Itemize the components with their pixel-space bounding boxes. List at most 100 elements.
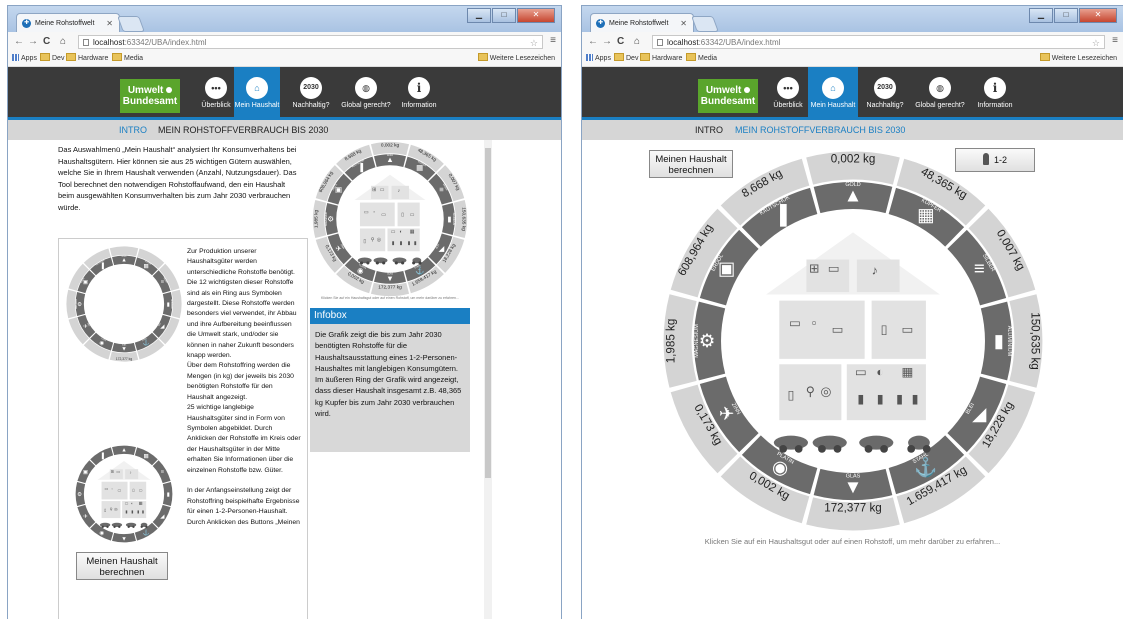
ring-segment-platin[interactable]: ◉PLATIN0,002 kg (336, 257, 376, 294)
household-good-icon[interactable]: ▭ (105, 487, 109, 491)
ring-segment-glas[interactable]: ▼GLAS172,377 kg (370, 271, 410, 297)
household-good-icon[interactable]: ▯ (401, 212, 404, 218)
ring-segment-silber[interactable]: ≡SILBER0,007 kg (428, 165, 465, 205)
household-good-icon[interactable]: ▮ (125, 510, 127, 514)
ring-segment-kupfer[interactable]: ▦KUPFER (134, 248, 165, 276)
ring-outer-arc[interactable] (66, 289, 77, 319)
ring-segment-erdöl[interactable]: ▣ERDÖL608,964 kg (315, 165, 352, 205)
ring-segment-zinn[interactable]: ✈ZINN (68, 314, 96, 345)
mini-resource-ring[interactable]: ▲GOLD0,002 kg▦KUPFER48,365 kg≡SILBER 0,00… (310, 140, 470, 298)
nav-nachhaltig[interactable]: 2030 Nachhaltig? (288, 67, 334, 117)
nav-global-gerecht[interactable]: ◍ Global gerecht? (338, 67, 394, 117)
material-icon[interactable]: ▼ (121, 346, 127, 352)
new-tab-button[interactable] (691, 16, 719, 32)
material-icon[interactable]: ◉ (99, 530, 104, 536)
bookmark-hardware[interactable]: Hardware (640, 52, 682, 66)
ring-segment-platin[interactable]: ◉PLATIN (83, 332, 114, 360)
vehicle-icon[interactable] (125, 522, 137, 528)
ring-segment-magnesium[interactable]: ⚙MAGNESIUM1,985 kg (663, 294, 726, 388)
nav-information[interactable]: i Information (394, 67, 444, 117)
ring-segment-gold[interactable]: ▲GOLD0,002 kg (370, 141, 410, 167)
household-good-icon[interactable]: ⚲ (806, 384, 815, 398)
ring-segment-glas[interactable]: ▼GLAS172,377 kg (806, 468, 900, 531)
ring-segment-aluminium[interactable]: ▮ (162, 482, 173, 506)
household-good-icon[interactable]: ▦ (410, 229, 415, 235)
household-goods-house[interactable]: ⊞ ▭ ♪▭ ▫ ▭ ▯ ▭▯ ⚲ ◎▭ ◐ ▦▮ ▮ ▮ ▮ (354, 174, 426, 265)
ring-outer-arc[interactable] (109, 246, 139, 257)
household-good-icon[interactable]: ▭ (901, 322, 913, 336)
nav-ueberblick[interactable]: ••• Überblick (196, 67, 236, 117)
vehicle-icon[interactable] (392, 257, 407, 264)
vehicle-icon[interactable] (812, 435, 847, 450)
household-good-icon[interactable]: ▮ (414, 240, 417, 246)
ring-segment-erdöl[interactable]: ▣ERDÖL608,964 kg (670, 208, 759, 306)
material-icon[interactable]: ⚙ (327, 215, 334, 224)
ring-segment-kautschuk[interactable]: ▐KAUTSCHUK8,668 kg (720, 158, 818, 247)
material-icon[interactable]: ▮ (167, 492, 170, 498)
material-icon[interactable]: ▲ (121, 448, 127, 454)
uba-logo[interactable]: Umwelt Bundesamt (698, 79, 758, 113)
household-good-icon[interactable]: ▮ (137, 510, 139, 514)
household-good-icon[interactable]: ▭ (380, 187, 385, 193)
household-goods-house[interactable]: ⊞ ▭ ♪▭ ▫ ▭ ▯ ▭▯ ⚲ ◎▭ ◐ ▦▮ ▮ ▮ ▮ (97, 460, 151, 528)
household-good-icon[interactable]: ⊞ (809, 262, 819, 276)
ring-segment-magnesium[interactable]: ⚙MAGNESIUM (66, 289, 86, 319)
household-good-icon[interactable]: ▯ (363, 239, 366, 245)
household-good-icon[interactable]: ▮ (142, 510, 144, 514)
ring-segment-blei[interactable]: ◢ (152, 504, 171, 528)
close-window-icon[interactable]: ✕ (1079, 8, 1117, 23)
household-good-icon[interactable]: ▮ (912, 392, 919, 406)
uba-logo[interactable]: Umwelt Bundesamt (120, 79, 180, 113)
household-good-icon[interactable]: ▮ (896, 392, 903, 406)
household-good-icon[interactable]: ▭ (117, 489, 121, 493)
bookmark-media[interactable]: Media (686, 52, 717, 66)
vehicle-icon[interactable] (859, 435, 894, 450)
bookmark-apps[interactable]: Apps (586, 52, 611, 66)
menu-icon[interactable]: ≡ (1112, 35, 1118, 46)
address-bar[interactable]: localhost:63342/UBA/index.html ☆ (78, 35, 543, 49)
address-bar[interactable]: localhost:63342/UBA/index.html ☆ (652, 35, 1105, 49)
ring-segment-gold[interactable]: ▲GOLD0,002 kg (806, 151, 900, 214)
ring-segment-kautschuk[interactable]: ▐KAUTSCHUK (83, 248, 114, 276)
material-icon[interactable]: ▲ (121, 258, 127, 264)
ring-segment-silber[interactable]: ≡SILBER0,007 kg (947, 208, 1036, 306)
ring-segment-blei[interactable]: ◢BLEI 18,228 kg (428, 233, 465, 273)
household-good-icon[interactable]: ▯ (788, 388, 795, 402)
household-good-icon[interactable]: ▭ (139, 489, 143, 493)
ring-segment-magnesium[interactable]: ⚙MAGNESIUM1,985 kg (312, 199, 338, 239)
household-good-icon[interactable]: ▭ (125, 502, 129, 506)
forward-icon[interactable]: → (602, 36, 612, 48)
vehicle-icon[interactable] (373, 257, 388, 264)
bookmark-apps[interactable]: Apps (12, 52, 37, 66)
back-icon[interactable]: ← (14, 36, 24, 48)
maximize-icon[interactable]: □ (492, 8, 516, 23)
browser-tab[interactable]: ✚ Meine Rohstoffwelt ✕ (590, 13, 694, 32)
material-icon[interactable]: ≡ (974, 257, 985, 278)
household-good-icon[interactable]: ▭ (832, 322, 844, 336)
household-good-icon[interactable]: ▦ (901, 365, 913, 379)
household-good-icon[interactable]: ◎ (377, 237, 382, 243)
ring-segment-zinn[interactable]: ✈ (77, 504, 96, 528)
vehicle-icon[interactable] (773, 435, 808, 450)
maximize-icon[interactable]: □ (1054, 8, 1078, 23)
material-icon[interactable]: ▦ (144, 453, 150, 459)
vehicle-icon[interactable] (111, 522, 123, 528)
household-good-icon[interactable]: ◐ (400, 229, 403, 235)
menu-icon[interactable]: ≡ (550, 35, 556, 46)
household-good-icon[interactable]: ⚲ (110, 508, 113, 512)
ring-segment-platin[interactable]: ◉PLATIN0,002 kg (720, 435, 818, 524)
ring-segment-kupfer[interactable]: ▦ (134, 447, 158, 466)
household-good-icon[interactable]: ▭ (381, 212, 386, 218)
ring-segment-stahl[interactable]: ⚓STAHL (134, 332, 165, 360)
ring-segment-blei[interactable]: ◢BLEI 18,228 kg (947, 376, 1036, 474)
household-good-icon[interactable]: ▭ (410, 212, 415, 218)
nav-nachhaltig[interactable]: 2030 Nachhaltig? (862, 67, 908, 117)
forward-icon[interactable]: → (28, 36, 38, 48)
subnav-page[interactable]: MEIN ROHSTOFFVERBRAUCH BIS 2030 (735, 120, 905, 140)
household-good-icon[interactable]: ▯ (104, 509, 106, 513)
household-good-icon[interactable]: ▭ (391, 229, 396, 235)
nav-information[interactable]: i Information (970, 67, 1020, 117)
ring-segment-magnesium[interactable]: ⚙ (75, 482, 86, 506)
nav-global-gerecht[interactable]: ◍ Global gerecht? (910, 67, 970, 117)
household-good-icon[interactable]: ▫ (373, 209, 375, 215)
